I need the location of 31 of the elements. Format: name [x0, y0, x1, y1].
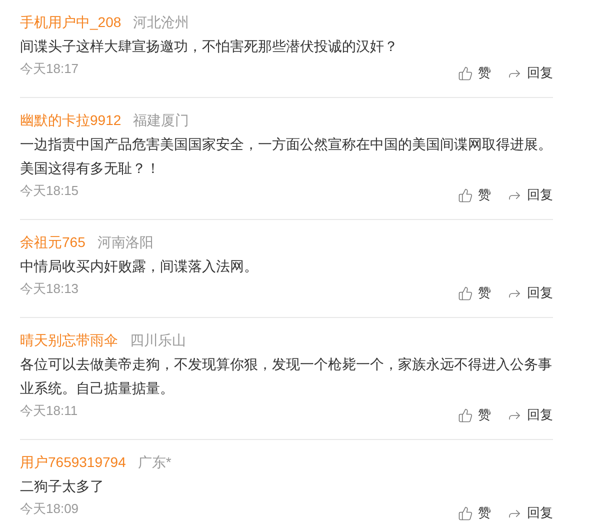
comment-time: 今天18:09: [20, 500, 79, 518]
location-label: 四川乐山: [130, 331, 186, 350]
reply-button[interactable]: 回复: [507, 64, 553, 82]
comment-text: 一边指责中国产品危害美国国家安全，一方面公然宣称在中国的美国间谍网取得进展。: [20, 135, 553, 154]
location-label: 河南洛阳: [97, 233, 154, 252]
comment-time: 今天18:11: [20, 402, 78, 420]
like-button[interactable]: 赞: [458, 504, 491, 522]
thumbs-up-icon: [458, 188, 473, 202]
reply-button[interactable]: 回复: [507, 284, 553, 302]
reply-button[interactable]: 回复: [507, 186, 553, 204]
comment-time: 今天18:15: [20, 182, 79, 200]
thumbs-up-icon: [458, 66, 473, 80]
comment-text: 美国这得有多无耻？！: [20, 159, 161, 178]
comment-text: 二狗子太多了: [20, 477, 105, 496]
like-button[interactable]: 赞: [458, 186, 491, 204]
reply-button[interactable]: 回复: [507, 406, 553, 424]
reply-button[interactable]: 回复: [507, 504, 553, 522]
like-button[interactable]: 赞: [458, 406, 491, 424]
comment-text: 间谍头子这样大肆宣扬邀功，不怕害死那些潜伏投诚的汉奸？: [20, 37, 399, 56]
like-button[interactable]: 赞: [458, 284, 491, 302]
comment-time: 今天18:13: [20, 280, 79, 298]
comment-text: 中情局收买内奸败露，间谍落入法网。: [20, 257, 259, 276]
thumbs-up-icon: [458, 286, 473, 300]
location-label: 福建厦门: [133, 111, 190, 130]
comment-text: 各位可以去做美帝走狗，不发现算你狠，发现一个枪毙一个，家族永远不得进入公务事业系统。自己掂量掂量。: [20, 355, 553, 398]
location-label: 广东*: [138, 453, 172, 472]
like-button[interactable]: 赞: [458, 64, 491, 82]
location-label: 河北沧州: [133, 13, 190, 32]
thumbs-up-icon: [458, 506, 473, 520]
thumbs-up-icon: [458, 408, 473, 422]
comment-time: 今天18:17: [20, 60, 79, 78]
